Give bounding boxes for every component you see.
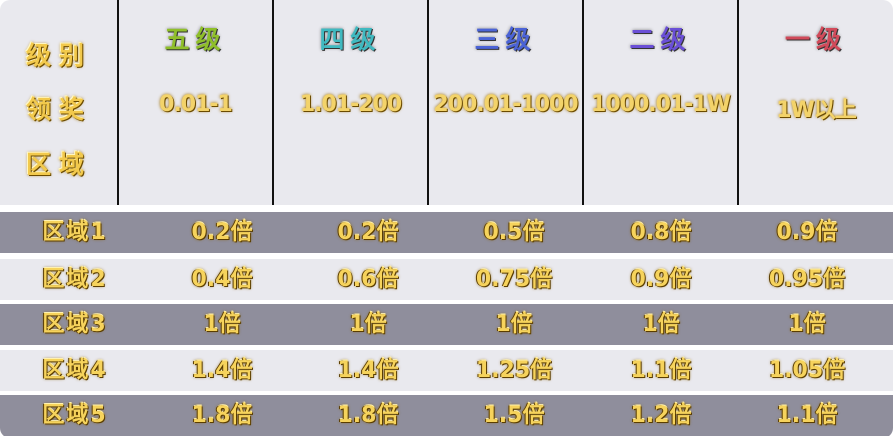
multiplier-cell: 0.4倍 <box>191 267 253 292</box>
level-range: 1.01-200 <box>299 92 402 117</box>
row-label-claim: 领奖 <box>25 95 92 124</box>
multiplier-cell: 1.5倍 <box>483 403 545 428</box>
table-row: 区域4 1.4倍 1.4倍 1.25倍 1.1倍 1.05倍 <box>0 350 893 391</box>
level-column-3: 三级 200.01-1000 <box>429 0 582 205</box>
level-title: 五级 <box>164 25 227 54</box>
area-label: 区域5 <box>42 403 108 428</box>
table-row: 区域3 1倍 1倍 1倍 1倍 1倍 <box>0 304 893 345</box>
multiplier-cell: 1倍 <box>788 312 826 337</box>
multiplier-cell: 0.6倍 <box>337 267 399 292</box>
table-header: 级别 领奖 区域 五级 0.01-1 四级 1.01-200 三级 200.01… <box>0 0 893 205</box>
level-range: 1W以上 <box>776 98 857 123</box>
level-column-4: 四级 1.01-200 <box>274 0 427 205</box>
multiplier-cell: 0.5倍 <box>483 220 545 245</box>
multiplier-cell: 1.1倍 <box>776 403 838 428</box>
multiplier-cell: 1.4倍 <box>191 358 253 383</box>
level-column-1: 一级 1W以上 <box>739 0 893 205</box>
multiplier-cell: 0.9倍 <box>776 220 838 245</box>
area-label: 区域2 <box>42 267 108 292</box>
row-label-level: 级别 <box>25 41 92 70</box>
multiplier-cell: 1.25倍 <box>475 358 553 383</box>
multiplier-cell: 0.2倍 <box>191 220 253 245</box>
level-title: 二级 <box>629 25 692 54</box>
multiplier-cell: 0.9倍 <box>630 267 692 292</box>
multiplier-cell: 1倍 <box>349 312 387 337</box>
level-column-5: 五级 0.01-1 <box>119 0 272 205</box>
table-row: 区域2 0.4倍 0.6倍 0.75倍 0.9倍 0.95倍 <box>0 259 893 300</box>
multiplier-cell: 0.75倍 <box>475 267 553 292</box>
area-label: 区域4 <box>42 358 108 383</box>
level-range: 1000.01-1W <box>591 92 731 117</box>
table-row: 区域1 0.2倍 0.2倍 0.5倍 0.8倍 0.9倍 <box>0 212 893 253</box>
level-column-2: 二级 1000.01-1W <box>584 0 737 205</box>
level-range: 200.01-1000 <box>433 92 578 117</box>
multiplier-cell: 1.1倍 <box>630 358 692 383</box>
multiplier-cell: 1.05倍 <box>768 358 846 383</box>
level-title: 一级 <box>784 25 847 54</box>
level-range: 0.01-1 <box>159 92 233 117</box>
multiplier-cell: 0.8倍 <box>630 220 692 245</box>
table-row: 区域5 1.8倍 1.8倍 1.5倍 1.2倍 1.1倍 <box>0 395 893 436</box>
multiplier-cell: 1.8倍 <box>337 403 399 428</box>
area-label: 区域3 <box>42 312 108 337</box>
multiplier-cell: 1.4倍 <box>337 358 399 383</box>
multiplier-cell: 0.95倍 <box>768 267 846 292</box>
multiplier-cell: 1倍 <box>203 312 241 337</box>
multiplier-cell: 1.8倍 <box>191 403 253 428</box>
multiplier-cell: 1倍 <box>642 312 680 337</box>
level-title: 四级 <box>319 25 382 54</box>
multiplier-cell: 1倍 <box>495 312 533 337</box>
row-label-area: 区域 <box>25 150 92 179</box>
reward-table: 级别 领奖 区域 五级 0.01-1 四级 1.01-200 三级 200.01… <box>0 0 893 438</box>
area-label: 区域1 <box>42 220 108 245</box>
multiplier-cell: 1.2倍 <box>630 403 692 428</box>
multiplier-cell: 0.2倍 <box>337 220 399 245</box>
level-title: 三级 <box>474 25 537 54</box>
